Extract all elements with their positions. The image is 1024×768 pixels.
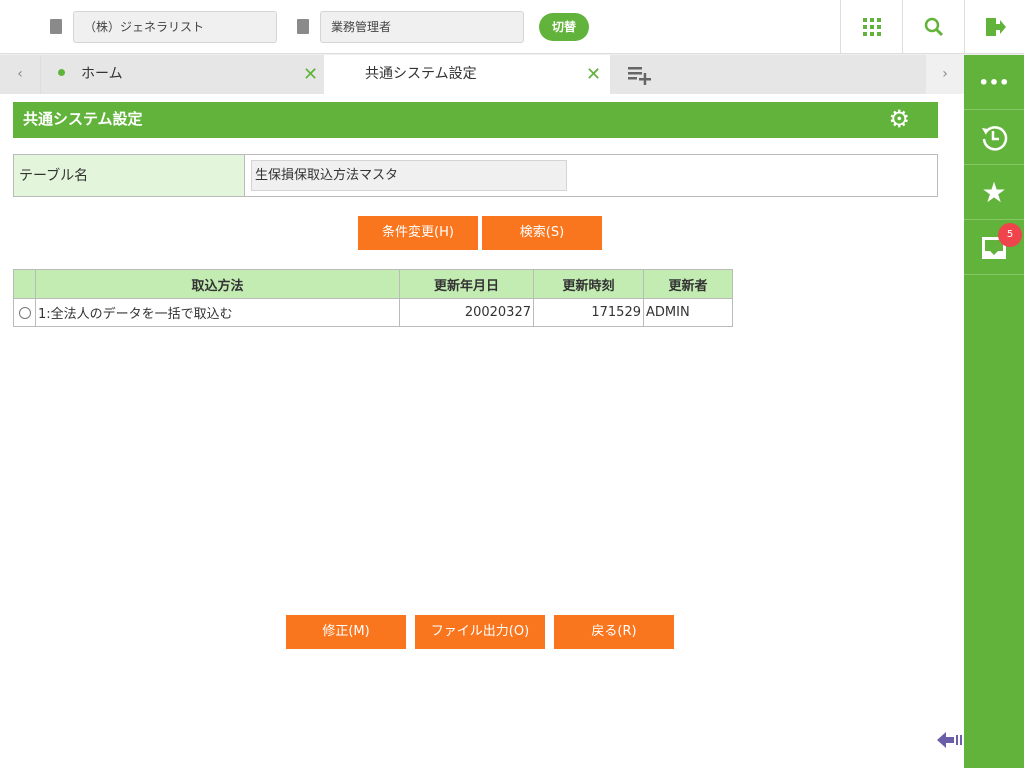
search-icon <box>924 17 943 37</box>
tabs-next-button[interactable]: › <box>926 55 964 94</box>
more-button[interactable]: ••• <box>964 55 1024 110</box>
tab-home[interactable]: ホーム ✕ <box>40 55 324 94</box>
collapse-arrow-icon[interactable] <box>937 730 963 750</box>
search-button[interactable] <box>902 0 964 54</box>
tabs-prev-button[interactable]: ‹ <box>0 55 40 94</box>
cell-date: 20020327 <box>399 298 534 327</box>
row-radio[interactable] <box>18 306 31 319</box>
building-icon <box>50 19 62 34</box>
grid-icon <box>862 18 881 36</box>
role-field[interactable]: 業務管理者 <box>320 11 524 43</box>
page-title-text: 共通システム設定 <box>23 110 143 128</box>
cell-user: ADMIN <box>643 298 733 327</box>
col-time: 更新時刻 <box>533 269 644 299</box>
clipboard-icon <box>297 19 309 34</box>
cell-time: 171529 <box>533 298 644 327</box>
add-tab-button[interactable] <box>628 55 654 94</box>
close-tab-icon[interactable]: ✕ <box>586 55 601 94</box>
logout-icon <box>985 18 1006 36</box>
table-name-value: 生保損保取込方法マスタ <box>251 160 567 191</box>
file-output-button[interactable]: ファイル出力(O) <box>415 615 545 649</box>
tab-common-settings[interactable]: 共通システム設定 ✕ <box>324 55 610 94</box>
star-icon: ★ <box>981 175 1007 209</box>
history-icon <box>982 126 1008 151</box>
gear-icon[interactable]: ⚙ <box>888 102 910 136</box>
tab-label: 共通システム設定 <box>365 66 477 82</box>
cell-method: 1:全法人のデータを一括で取込む <box>35 298 400 327</box>
close-tab-icon[interactable]: ✕ <box>303 55 318 94</box>
table-name-row: テーブル名 生保損保取込方法マスタ <box>13 154 938 197</box>
notification-badge: 5 <box>998 223 1022 247</box>
more-icon: ••• <box>978 72 1010 92</box>
logout-button[interactable] <box>964 0 1024 54</box>
pin-icon <box>58 69 65 76</box>
company-field[interactable]: （株）ジェネラリスト <box>73 11 277 43</box>
tab-bar: ‹ ホーム ✕ 共通システム設定 ✕ › <box>0 55 964 94</box>
modify-button[interactable]: 修正(M) <box>286 615 406 649</box>
col-date: 更新年月日 <box>399 269 534 299</box>
back-button[interactable]: 戻る(R) <box>554 615 674 649</box>
apps-button[interactable] <box>840 0 902 54</box>
favorites-button[interactable]: ★ <box>964 165 1024 220</box>
results-table: 取込方法 更新年月日 更新時刻 更新者 1:全法人のデータを一括で取込む 200… <box>13 269 733 327</box>
page-title: 共通システム設定 ⚙ <box>13 102 938 138</box>
history-button[interactable] <box>964 110 1024 165</box>
table-row[interactable]: 1:全法人のデータを一括で取込む 20020327 171529 ADMIN <box>13 298 733 327</box>
table-header: 取込方法 更新年月日 更新時刻 更新者 <box>13 269 733 299</box>
col-user: 更新者 <box>643 269 733 299</box>
tab-label: ホーム <box>81 66 123 82</box>
playlist-add-icon <box>628 67 651 85</box>
switch-button[interactable]: 切替 <box>539 13 589 41</box>
change-conditions-button[interactable]: 条件変更(H) <box>358 216 478 250</box>
search-submit-button[interactable]: 検索(S) <box>482 216 602 250</box>
right-rail: ••• ★ 5 <box>964 55 1024 768</box>
col-method: 取込方法 <box>35 269 400 299</box>
table-name-label: テーブル名 <box>14 155 245 196</box>
inbox-button[interactable]: 5 <box>964 220 1024 275</box>
top-bar: （株）ジェネラリスト 業務管理者 切替 <box>0 0 1024 54</box>
